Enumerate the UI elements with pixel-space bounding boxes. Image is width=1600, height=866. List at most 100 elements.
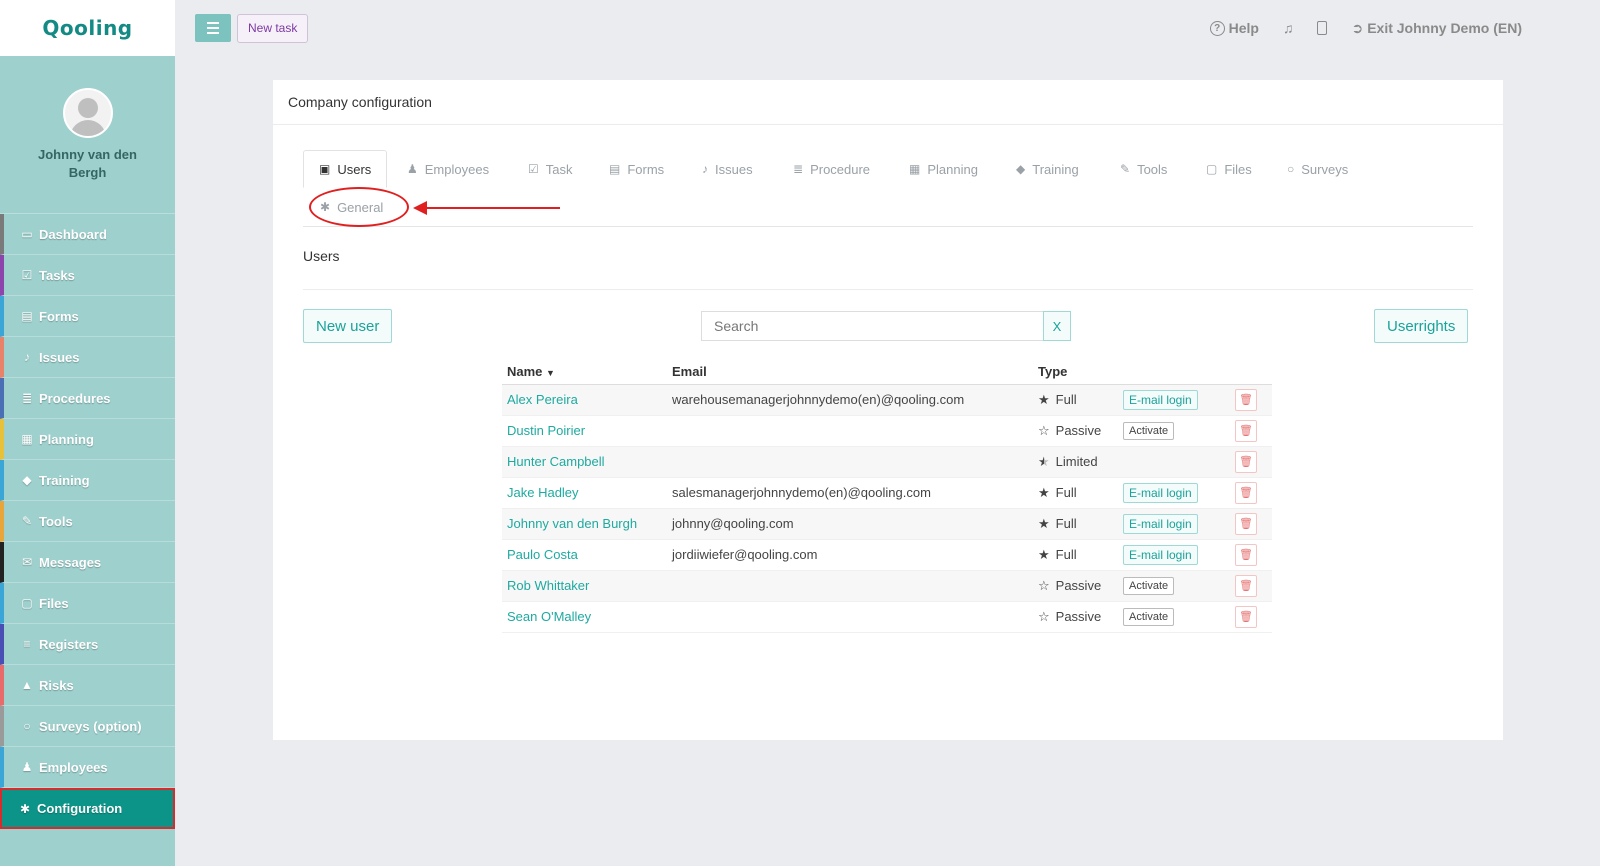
search-clear-button[interactable]: X (1043, 311, 1071, 341)
star-filled-icon: ★ (1038, 515, 1050, 531)
sidebar-item-dashboard[interactable]: ▭ Dashboard (0, 214, 175, 255)
activate-button[interactable]: Activate (1123, 576, 1175, 595)
exit-link[interactable]: ➲ Exit Johnny Demo (EN) (1351, 20, 1522, 37)
user-name-link[interactable]: Jake Hadley (507, 485, 579, 500)
delete-button[interactable]: 🗑 (1235, 512, 1257, 535)
device-button[interactable] (1317, 21, 1328, 35)
user-name-link[interactable]: Hunter Campbell (507, 454, 605, 469)
tab-general[interactable]: ✱ General (320, 188, 383, 226)
question-circle-icon: ? (1209, 20, 1225, 36)
star-filled-icon: ★ (1038, 546, 1050, 562)
users-icon: ♟ (407, 162, 418, 176)
tab-tools[interactable]: ✎ Tools (1120, 150, 1167, 188)
email-login-button[interactable]: E-mail login (1123, 389, 1198, 410)
sidebar-item-label: Registers (39, 636, 99, 652)
sidebar-item-tasks[interactable]: ☑ Tasks (0, 255, 175, 296)
user-type: Limited (1055, 454, 1098, 469)
sidebar-item-label: Planning (39, 431, 94, 447)
sidebar-item-messages[interactable]: ✉ Messages (0, 542, 175, 583)
search-input[interactable] (701, 311, 1043, 341)
table-header-row: Name ▼ Email Type (502, 360, 1272, 385)
column-header-name[interactable]: Name ▼ (502, 360, 667, 385)
tab-issues[interactable]: ♪ Issues (702, 150, 753, 188)
tab-procedure[interactable]: ≣ Procedure (793, 150, 870, 188)
avatar[interactable] (62, 88, 113, 138)
tab-files[interactable]: ▢ Files (1206, 150, 1252, 188)
email-login-button[interactable]: E-mail login (1123, 482, 1198, 503)
notifications-button[interactable]: ♫ (1283, 20, 1294, 36)
tab-surveys[interactable]: ○ Surveys (1287, 150, 1348, 188)
gear-icon: ✱ (19, 801, 31, 816)
divider (303, 289, 1473, 290)
new-task-button[interactable]: New task (237, 13, 309, 43)
sidebar-item-procedures[interactable]: ≣ Procedures (0, 378, 175, 419)
graduation-cap-icon: ◆ (22, 473, 32, 487)
sidebar-item-label: Messages (39, 554, 102, 570)
menu-toggle-button[interactable] (195, 14, 231, 42)
sidebar-item-configuration[interactable]: ✱ Configuration (0, 788, 175, 829)
email-login-button[interactable]: E-mail login (1123, 544, 1198, 565)
sidebar-item-surveys-option[interactable]: ○ Surveys (option) (0, 706, 175, 747)
user-email (667, 415, 1033, 447)
column-header-actions (1118, 360, 1230, 385)
activate-button[interactable]: Activate (1123, 421, 1175, 440)
help-label: Help (1228, 20, 1259, 36)
delete-button[interactable]: 🗑 (1235, 543, 1257, 566)
user-email (667, 446, 1033, 478)
user-type: Full (1055, 392, 1077, 407)
sidebar-item-risks[interactable]: ▲ Risks (0, 665, 175, 706)
sidebar-item-files[interactable]: ▢ Files (0, 583, 175, 624)
star-half-icon: ★ (1038, 453, 1050, 469)
userrights-button[interactable]: Userrights (1374, 309, 1469, 343)
activate-button[interactable]: Activate (1123, 607, 1175, 626)
help-link[interactable]: ? Help (1209, 20, 1259, 36)
check-square-icon: ☑ (528, 162, 539, 176)
user-name-link[interactable]: Dustin Poirier (507, 423, 585, 438)
delete-button[interactable]: 🗑 (1235, 450, 1257, 473)
tab-training[interactable]: ◆ Training (1016, 150, 1079, 188)
user-name-link[interactable]: Sean O'Malley (507, 609, 591, 624)
tab-label: Training (1032, 161, 1079, 177)
user-email: jordiiwiefer@qooling.com (667, 539, 1033, 571)
delete-button[interactable]: 🗑 (1235, 574, 1257, 597)
delete-button[interactable]: 🗑 (1235, 388, 1257, 411)
delete-button[interactable]: 🗑 (1235, 481, 1257, 504)
tablet-icon (1317, 21, 1328, 35)
user-name-link[interactable]: Alex Pereira (507, 392, 578, 407)
monitor-icon: ▭ (21, 227, 33, 241)
email-login-button[interactable]: E-mail login (1123, 513, 1198, 534)
delete-button[interactable]: 🗑 (1235, 419, 1257, 442)
tab-task[interactable]: ☑ Task (528, 150, 573, 188)
tab-employees[interactable]: ♟ Employees (407, 150, 489, 188)
bell-icon: ♪ (24, 350, 30, 364)
user-name-link[interactable]: Johnny van den Burgh (507, 516, 637, 531)
sidebar-item-tools[interactable]: ✎ Tools (0, 501, 175, 542)
app-logo[interactable]: Qooling (42, 16, 132, 40)
table-row: Johnny van den Burgh johnny@qooling.com ★ F… (502, 508, 1272, 540)
tab-label: Task (545, 161, 573, 177)
tab-forms[interactable]: ▤ Forms (609, 150, 664, 188)
speech-bubble-icon: ○ (1287, 162, 1295, 176)
tab-label: Users (337, 161, 372, 177)
users-table: Name ▼ Email Type Alex Pereira warehousem… (502, 360, 1272, 633)
sidebar-item-training[interactable]: ◆ Training (0, 460, 175, 501)
tab-users[interactable]: ▣ Users (303, 150, 388, 188)
wrench-icon: ✎ (21, 514, 33, 528)
trash-icon: 🗑 (1239, 393, 1253, 406)
tab-planning[interactable]: ▦ Planning (909, 150, 978, 188)
new-user-button[interactable]: New user (303, 309, 393, 343)
tab-label: Files (1224, 161, 1252, 177)
sidebar-item-label: Configuration (37, 801, 123, 816)
user-name-link[interactable]: Paulo Costa (507, 547, 578, 562)
trash-icon: 🗑 (1239, 455, 1253, 468)
sidebar-item-employees[interactable]: ♟ Employees (0, 747, 175, 788)
sidebar-item-issues[interactable]: ♪ Issues (0, 337, 175, 378)
delete-button[interactable]: 🗑 (1235, 605, 1257, 628)
table-row: Sean O'Malley ☆ Passive Activate 🗑 (502, 601, 1272, 633)
sidebar-item-registers[interactable]: ≡ Registers (0, 624, 175, 665)
user-name-link[interactable]: Rob Whittaker (507, 578, 589, 593)
sidebar-item-planning[interactable]: ▦ Planning (0, 419, 175, 460)
sidebar-item-forms[interactable]: ▤ Forms (0, 296, 175, 337)
sidebar-item-label: Risks (39, 677, 74, 693)
user-type: Passive (1055, 423, 1102, 438)
